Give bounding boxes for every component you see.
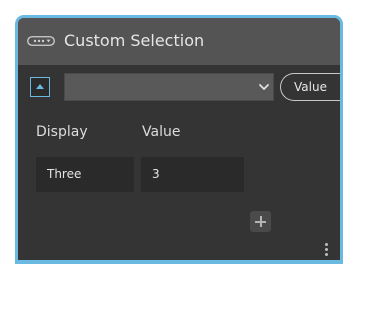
display-column-header: Display xyxy=(36,124,88,140)
add-row-button[interactable] xyxy=(250,211,271,232)
chevron-down-icon xyxy=(259,84,269,90)
node-title: Custom Selection xyxy=(64,31,205,50)
collapse-button[interactable] xyxy=(30,77,50,97)
custom-selection-node[interactable]: Custom Selection Value Display Value Thr… xyxy=(15,15,343,264)
more-vertical-icon[interactable] xyxy=(323,242,331,258)
collapse-up-icon xyxy=(36,84,44,89)
selection-dropdown[interactable] xyxy=(64,73,274,101)
output-port-label: Value xyxy=(294,80,327,94)
display-cell[interactable]: Three xyxy=(36,157,134,192)
custom-selection-node-icon xyxy=(27,36,55,46)
value-cell-text: 3 xyxy=(152,167,160,181)
node-header[interactable]: Custom Selection xyxy=(18,18,340,65)
display-cell-text: Three xyxy=(47,167,82,181)
value-cell[interactable]: 3 xyxy=(141,157,244,192)
value-column-header: Value xyxy=(142,124,181,140)
output-port-value[interactable]: Value xyxy=(280,73,340,101)
